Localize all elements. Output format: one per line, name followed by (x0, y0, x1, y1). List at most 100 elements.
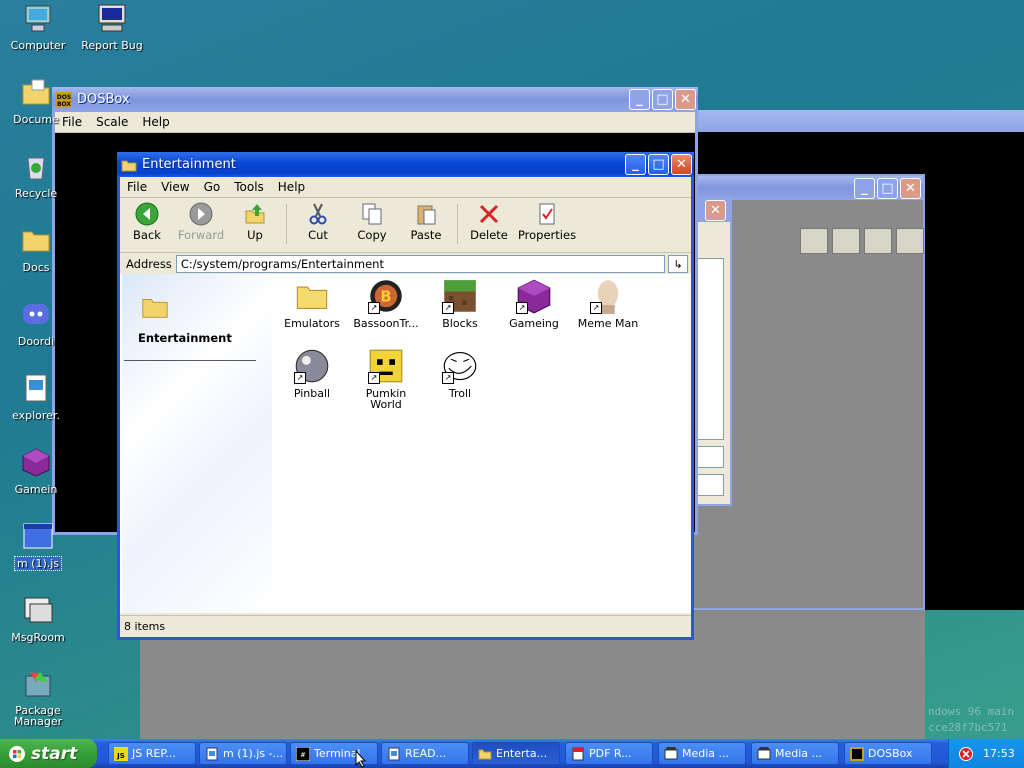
desktop-icon-report-bug[interactable]: Report Bug (76, 2, 148, 52)
desktop-icon-docs[interactable]: Docs (0, 224, 72, 274)
desktop-icon-msgroom[interactable]: MsgRoom (2, 594, 74, 644)
task-js-repl[interactable]: JS JS REP... (108, 742, 196, 765)
svg-text:JS: JS (116, 752, 125, 760)
copy-icon (362, 203, 382, 225)
file-item-troll[interactable]: ↗ Troll (424, 348, 496, 399)
menu-go[interactable]: Go (197, 180, 228, 194)
menu-help[interactable]: Help (135, 115, 176, 129)
dosbox-title: DOSBox (77, 92, 130, 107)
explorer-toolbar: Back Forward Up Cut Copy Paste Delete Pr… (120, 198, 691, 253)
close-button[interactable]: ✕ (671, 154, 692, 175)
folder-icon (296, 286, 328, 309)
paste-button[interactable]: Paste (399, 202, 453, 242)
recycle-bin-icon (27, 157, 45, 180)
desktop-icon-documents[interactable]: Docume (0, 76, 72, 126)
minimize-button[interactable]: _ (629, 89, 650, 110)
file-item-pinball[interactable]: ↗ Pinball (276, 348, 348, 399)
file-item-gameing[interactable]: ↗ Gameing (498, 278, 570, 329)
copy-button[interactable]: Copy (345, 202, 399, 242)
task-readme[interactable]: READ... (381, 742, 469, 765)
purple-cube-icon (22, 448, 50, 477)
file-item-emulators[interactable]: Emulators (276, 278, 348, 329)
menu-view[interactable]: View (154, 180, 196, 194)
svg-text:B: B (380, 289, 391, 306)
disk-icon[interactable] (864, 228, 892, 254)
desktop-icon-explorer[interactable]: explorer. (0, 372, 72, 422)
file-item-blocks[interactable]: ↗ Blocks (424, 278, 496, 329)
js-icon: JS (114, 746, 128, 761)
toolbar-separator (286, 204, 287, 244)
up-button[interactable]: Up (228, 202, 282, 242)
maximize-button[interactable]: □ (652, 89, 673, 110)
back-button[interactable]: Back (120, 202, 174, 242)
back-arrow-icon (135, 202, 159, 226)
media-icon (757, 746, 771, 759)
task-media-2[interactable]: Media ... (751, 742, 839, 765)
folder-icon (22, 231, 50, 252)
toolbar-separator (457, 204, 458, 244)
dialog-close-button[interactable]: ✕ (705, 200, 726, 221)
menu-tools[interactable]: Tools (227, 180, 271, 194)
system-tray: 17:53 (948, 739, 1024, 768)
scissors-icon (309, 203, 327, 225)
file-item-pumkin-world[interactable]: ↗ Pumkin World (350, 348, 422, 410)
task-media-1[interactable]: Media ... (658, 742, 746, 765)
desktop-icon-recycle[interactable]: Recycle (0, 150, 72, 200)
maximize-button[interactable]: □ (877, 177, 898, 199)
delete-button[interactable]: Delete (462, 202, 516, 242)
delete-x-icon (479, 204, 499, 224)
file-item-bassoontracker[interactable]: B ↗ BassoonTr... (350, 278, 422, 329)
go-button[interactable]: ↳ (668, 255, 688, 273)
properties-button[interactable]: Properties (516, 202, 578, 242)
sidebar-title: Entertainment (138, 331, 232, 345)
cut-button[interactable]: Cut (291, 202, 345, 242)
address-input[interactable]: C:/system/programs/Entertainment (175, 255, 665, 273)
desktop-icon-discord[interactable]: Doordi (0, 298, 72, 348)
close-button[interactable]: ✕ (900, 177, 921, 199)
task-dosbox[interactable]: DOSBox (844, 742, 932, 765)
dosbox-menubar: File Scale Help (55, 112, 695, 133)
desktop-icon-m1js[interactable]: m (1).js (2, 520, 74, 573)
folder-icon[interactable] (832, 228, 860, 254)
menu-scale[interactable]: Scale (89, 115, 135, 129)
explorer-content[interactable]: Entertainment Emulators B ↗ BassoonTr... … (120, 274, 691, 613)
terminal-icon: # (296, 746, 310, 761)
msgroom-icon (24, 597, 53, 623)
task-entertainment[interactable]: Enterta... (472, 742, 560, 765)
pdf-icon (572, 747, 584, 760)
file-item-meme-man[interactable]: ↗ Meme Man (572, 278, 644, 329)
close-button[interactable]: ✕ (675, 89, 696, 110)
minimize-button[interactable]: _ (625, 154, 646, 175)
shortcut-arrow-icon: ↗ (368, 372, 380, 384)
desktop-icon-gameing[interactable]: Gamein (0, 446, 72, 496)
explorer-menubar: File View Go Tools Help (120, 177, 691, 198)
shortcut-arrow-icon: ↗ (590, 302, 602, 314)
properties-icon (539, 203, 555, 225)
status-text: 8 items (124, 620, 166, 633)
desktop-icon-computer[interactable]: Computer (2, 2, 74, 52)
minimize-button[interactable]: _ (854, 177, 875, 199)
address-bar: Address C:/system/programs/Entertainment… (120, 253, 691, 276)
clock[interactable]: 17:53 (983, 747, 1015, 760)
maximize-button[interactable]: □ (648, 154, 669, 175)
watermark: ndows 96 main cce28f7bc571 (928, 705, 1015, 734)
report-bug-icon (98, 4, 126, 32)
error-icon[interactable] (959, 746, 973, 761)
menu-help[interactable]: Help (271, 180, 312, 194)
chat-icon[interactable] (800, 228, 828, 254)
settings-icon[interactable] (896, 228, 924, 254)
computer-icon (25, 5, 51, 32)
forward-button[interactable]: Forward (174, 202, 228, 242)
explorer-icon (25, 374, 47, 402)
desktop-icon-package-manager[interactable]: Package Manager (2, 668, 74, 727)
address-label: Address (126, 257, 172, 271)
task-pdf-reader[interactable]: PDF R... (565, 742, 653, 765)
task-m1js[interactable]: m (1).js -... (199, 742, 287, 765)
menu-file[interactable]: File (120, 180, 154, 194)
status-bar: 8 items (120, 615, 691, 637)
start-button[interactable]: start (0, 739, 97, 768)
folder-icon (121, 160, 137, 171)
window-file-icon (23, 523, 53, 549)
explorer-window[interactable]: Entertainment _ □ ✕ File View Go Tools H… (117, 152, 694, 640)
shortcut-arrow-icon: ↗ (294, 372, 306, 384)
